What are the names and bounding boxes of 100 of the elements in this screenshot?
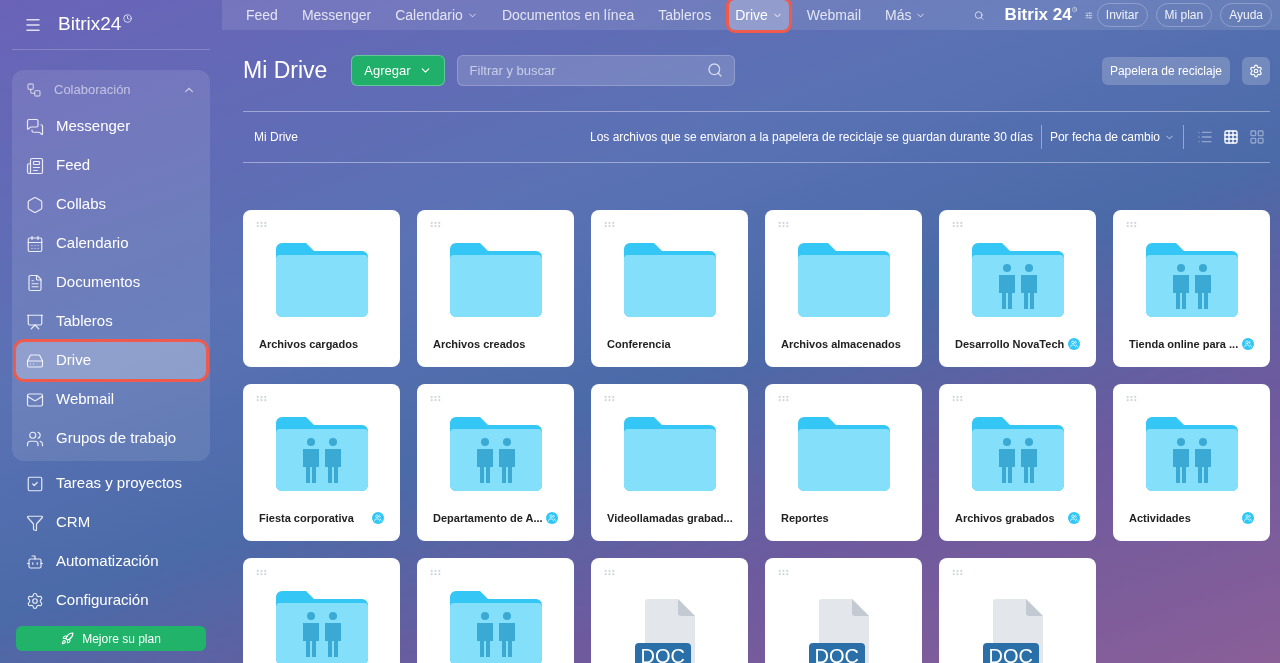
file-card[interactable]: Reportes bbox=[765, 384, 922, 541]
file-name: Archivos cargados bbox=[259, 336, 359, 352]
robot-icon bbox=[26, 552, 44, 571]
file-card[interactable]: Actividades bbox=[1113, 384, 1270, 541]
sidebar-item[interactable]: Feed bbox=[16, 147, 206, 184]
file-name: Archivos grabados bbox=[955, 510, 1055, 526]
sidebar-item[interactable]: Automatización bbox=[16, 543, 206, 580]
file-name: Archivos creados bbox=[433, 336, 526, 352]
newspaper-icon bbox=[26, 156, 44, 175]
folder-icon bbox=[623, 417, 716, 491]
file-name: Actividades bbox=[1129, 510, 1191, 526]
shared-folder-icon bbox=[449, 417, 542, 491]
nav-item[interactable]: Más bbox=[879, 0, 933, 30]
sidebar-item[interactable]: Messenger bbox=[16, 108, 206, 145]
file-type-badge: DOC bbox=[982, 643, 1039, 663]
shared-folder-icon bbox=[1145, 417, 1238, 491]
chat-icon bbox=[26, 117, 44, 136]
sort-select[interactable]: Por fecha de cambio bbox=[1049, 128, 1175, 146]
file-type-badge: DOC bbox=[634, 643, 691, 663]
calendar-icon bbox=[26, 234, 44, 253]
list-view-icon[interactable] bbox=[1197, 129, 1213, 145]
shared-folder-icon bbox=[971, 243, 1064, 317]
breadcrumb[interactable]: Mi Drive bbox=[254, 128, 298, 146]
nav-item[interactable]: Drive bbox=[729, 0, 789, 30]
sidebar-item[interactable]: Configuración bbox=[16, 582, 206, 619]
file-card[interactable]: Videollamadas grabad... bbox=[591, 384, 748, 541]
settings-icon bbox=[26, 591, 44, 610]
file-card[interactable]: Desarrollo NovaTech bbox=[939, 210, 1096, 367]
sidebar-item[interactable]: Collabs bbox=[16, 186, 206, 223]
folder-icon bbox=[275, 243, 368, 317]
settings-button[interactable] bbox=[1242, 56, 1270, 85]
hexagon-icon bbox=[26, 195, 44, 214]
file-name: Tienda online para ... bbox=[1129, 336, 1239, 352]
nav-item[interactable]: Calendario bbox=[389, 0, 484, 30]
shared-icon bbox=[546, 512, 558, 524]
nav-item[interactable]: Feed bbox=[240, 0, 284, 30]
shared-folder-icon bbox=[275, 591, 368, 663]
tiles-view-icon[interactable] bbox=[1249, 129, 1265, 145]
file-name: Reportes bbox=[781, 510, 829, 526]
trash-button[interactable]: Papelera de reciclaje bbox=[1101, 56, 1230, 85]
sidebar-item[interactable]: Grupos de trabajo bbox=[16, 420, 206, 457]
file-card[interactable]: Fiesta corporativa bbox=[243, 384, 400, 541]
add-button[interactable]: Agregar bbox=[351, 55, 445, 86]
rocket-icon bbox=[61, 632, 75, 645]
board-icon bbox=[26, 312, 44, 331]
file-name: Fiesta corporativa bbox=[259, 510, 354, 526]
file-card[interactable]: DOC bbox=[591, 558, 748, 663]
shared-icon bbox=[1242, 512, 1254, 524]
grid-view-icon[interactable] bbox=[1223, 129, 1239, 145]
file-card[interactable]: Tienda online para ... bbox=[1113, 210, 1270, 367]
document-icon bbox=[26, 273, 44, 292]
sidebar-item[interactable]: Tableros bbox=[16, 303, 206, 340]
nav-item[interactable]: Messenger bbox=[295, 0, 378, 30]
group-header[interactable]: Colaboración bbox=[16, 74, 206, 106]
shared-icon bbox=[372, 512, 384, 524]
file-card[interactable]: DOC bbox=[765, 558, 922, 663]
shared-folder-icon bbox=[971, 417, 1064, 491]
folder-icon bbox=[449, 243, 542, 317]
folder-icon bbox=[797, 243, 890, 317]
upgrade-button[interactable]: Mejore su plan bbox=[16, 626, 206, 651]
file-name: Departamento de A... bbox=[433, 510, 543, 526]
file-card[interactable]: Conferencia bbox=[591, 210, 748, 367]
nav-item[interactable]: Tableros bbox=[652, 0, 718, 30]
file-card[interactable]: Archivos almacenados bbox=[765, 210, 922, 367]
file-card[interactable]: Archivos grabados bbox=[939, 384, 1096, 541]
sidebar-item[interactable]: Documentos bbox=[16, 264, 206, 301]
file-card[interactable]: Departamento de A... bbox=[417, 384, 574, 541]
mail-icon bbox=[26, 390, 44, 409]
nav-item[interactable]: Webmail bbox=[800, 0, 867, 30]
shared-folder-icon bbox=[1145, 243, 1238, 317]
page-title: Mi Drive bbox=[243, 56, 328, 86]
nav-item[interactable]: Documentos en línea bbox=[495, 0, 641, 30]
notice-text: Los archivos que se enviaron a la papelera de reciclaje se guardan durante 30 días bbox=[589, 129, 1033, 146]
shared-icon bbox=[1068, 338, 1080, 350]
shared-folder-icon bbox=[449, 591, 542, 663]
file-card[interactable]: DOC bbox=[939, 558, 1096, 663]
file-type-badge: DOC bbox=[808, 643, 865, 663]
clock-icon bbox=[1071, 4, 1078, 14]
brand-logo: Bitrix 24 bbox=[1004, 4, 1072, 27]
folder-icon bbox=[623, 243, 716, 317]
funnel-icon bbox=[26, 513, 44, 532]
sidebar-item[interactable]: Tareas y proyectos bbox=[16, 465, 206, 502]
sidebar-item[interactable]: Drive bbox=[16, 342, 206, 379]
clock-icon bbox=[123, 14, 133, 23]
file-card[interactable]: Archivos cargados bbox=[243, 210, 400, 367]
file-card[interactable]: Archivos creados bbox=[417, 210, 574, 367]
sidebar-item[interactable]: Webmail bbox=[16, 381, 206, 418]
folder-icon bbox=[797, 417, 890, 491]
file-name: Archivos almacenados bbox=[781, 336, 901, 352]
sidebar-item[interactable]: Calendario bbox=[16, 225, 206, 262]
shared-icon bbox=[1068, 512, 1080, 524]
file-name: Conferencia bbox=[607, 336, 671, 352]
shared-icon bbox=[1242, 338, 1254, 350]
logo[interactable]: Bitrix24 bbox=[58, 10, 122, 39]
sidebar-item[interactable]: CRM bbox=[16, 504, 206, 541]
search-icon[interactable] bbox=[706, 62, 723, 78]
settings-icon bbox=[1249, 63, 1263, 78]
checkbox-icon bbox=[26, 474, 44, 493]
shared-folder-icon bbox=[275, 417, 368, 491]
users-icon bbox=[26, 429, 44, 448]
